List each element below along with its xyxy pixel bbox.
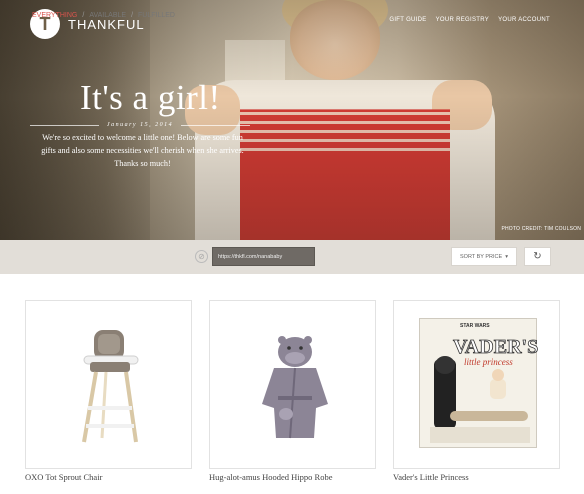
- link-icon: ⊘: [195, 250, 208, 263]
- high-chair-icon: [82, 330, 139, 443]
- book-title: VADER'S: [453, 336, 538, 358]
- nav-your-registry[interactable]: YOUR REGISTRY: [436, 17, 489, 23]
- filter-tabs: EVERYTHING / AVAILABLE / FULFILLED: [32, 12, 175, 19]
- photo-credit: PHOTO CREDIT: TIM COULSON: [501, 226, 581, 232]
- divider: [181, 124, 251, 126]
- filter-fulfilled[interactable]: FULFILLED: [138, 12, 175, 19]
- chevron-down-icon: ▾: [505, 253, 508, 260]
- book-top-text: STAR WARS: [460, 323, 490, 329]
- divider: [30, 124, 99, 126]
- product-name[interactable]: Hug-alot-amus Hooded Hippo Robe: [209, 472, 332, 482]
- refresh-icon: ↻: [533, 251, 542, 262]
- hero-message: We're so excited to welcome a little one…: [41, 133, 244, 168]
- sort-by-price-button[interactable]: SORT BY PRICE ▾: [451, 247, 517, 266]
- book-cover-icon: STAR WARS VADER'S little princess: [419, 318, 539, 448]
- hero-dateline: January 15, 2014: [30, 122, 251, 128]
- product-card[interactable]: STAR WARS VADER'S little princess: [393, 300, 560, 469]
- nav-your-account[interactable]: YOUR ACCOUNT: [498, 17, 550, 23]
- book-subtitle: little princess: [464, 357, 513, 367]
- book-cover-art: STAR WARS VADER'S little princess: [430, 323, 539, 443]
- filter-separator: /: [131, 12, 134, 19]
- filter-everything[interactable]: EVERYTHING: [32, 12, 77, 19]
- filter-separator: /: [82, 12, 85, 19]
- product-card[interactable]: [25, 300, 192, 469]
- hero-headline: It's a girl!: [80, 78, 221, 117]
- product-card[interactable]: [209, 300, 376, 469]
- top-nav: GIFT GUIDE YOUR REGISTRY YOUR ACCOUNT: [389, 17, 550, 23]
- filter-available[interactable]: AVAILABLE: [89, 12, 126, 19]
- product-name[interactable]: Vader's Little Princess: [393, 472, 469, 482]
- refresh-button[interactable]: ↻: [524, 247, 551, 266]
- sort-label: SORT BY PRICE: [460, 253, 503, 260]
- nav-gift-guide[interactable]: GIFT GUIDE: [389, 17, 426, 23]
- registry-url-field[interactable]: https://thkfl.com/nanababy: [212, 247, 315, 266]
- hippo-robe-icon: [262, 336, 328, 439]
- hero-date: January 15, 2014: [106, 122, 174, 128]
- product-name[interactable]: OXO Tot Sprout Chair: [25, 472, 102, 482]
